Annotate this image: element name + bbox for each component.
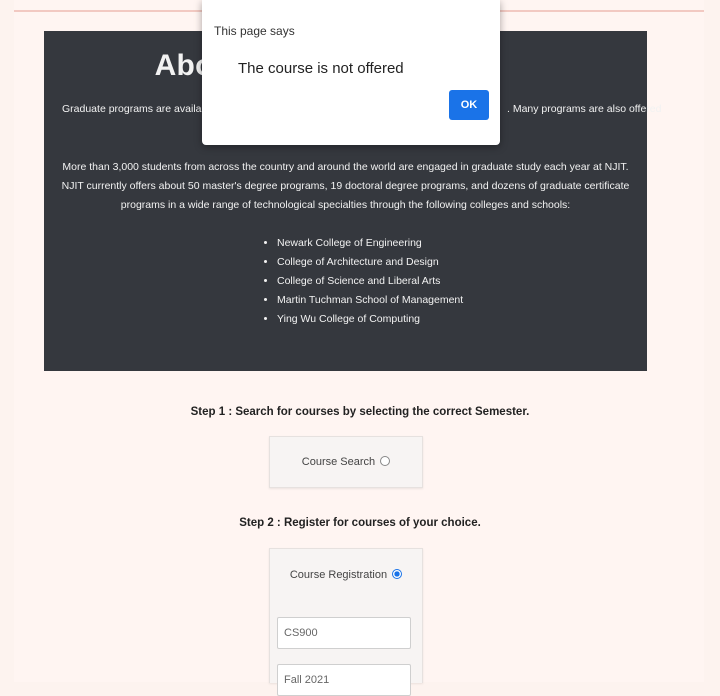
school-item: College of Architecture and Design — [277, 253, 463, 272]
alert-dialog: This page says The course is not offered… — [202, 0, 500, 145]
step1-heading: Step 1 : Search for courses by selecting… — [190, 406, 530, 418]
school-item: Martin Tuchman School of Management — [277, 291, 463, 310]
course-registration-panel: Course Registration — [269, 548, 423, 683]
dialog-message: The course is not offered — [238, 60, 404, 77]
school-item: Ying Wu College of Computing — [277, 310, 463, 329]
course-search-label: Course Search — [301, 456, 376, 468]
schools-list: Newark College of Engineering College of… — [267, 234, 463, 329]
course-search-option[interactable]: Course Search — [269, 436, 423, 488]
ok-button[interactable]: OK — [449, 90, 489, 120]
course-registration-label: Course Registration — [289, 569, 388, 581]
step2-heading: Step 2 : Register for courses of your ch… — [239, 517, 481, 529]
course-registration-option[interactable]: Course Registration — [270, 568, 422, 582]
about-paragraph: More than 3,000 students from across the… — [61, 161, 630, 211]
about-intro-right: . Many programs are also offered — [507, 103, 662, 115]
dialog-title: This page says — [214, 24, 295, 38]
semester-input[interactable] — [277, 664, 411, 696]
course-code-input[interactable] — [277, 617, 411, 649]
course-search-radio[interactable] — [380, 456, 391, 466]
course-registration-radio[interactable] — [392, 569, 403, 579]
school-item: Newark College of Engineering — [277, 234, 463, 253]
school-item: College of Science and Liberal Arts — [277, 272, 463, 291]
